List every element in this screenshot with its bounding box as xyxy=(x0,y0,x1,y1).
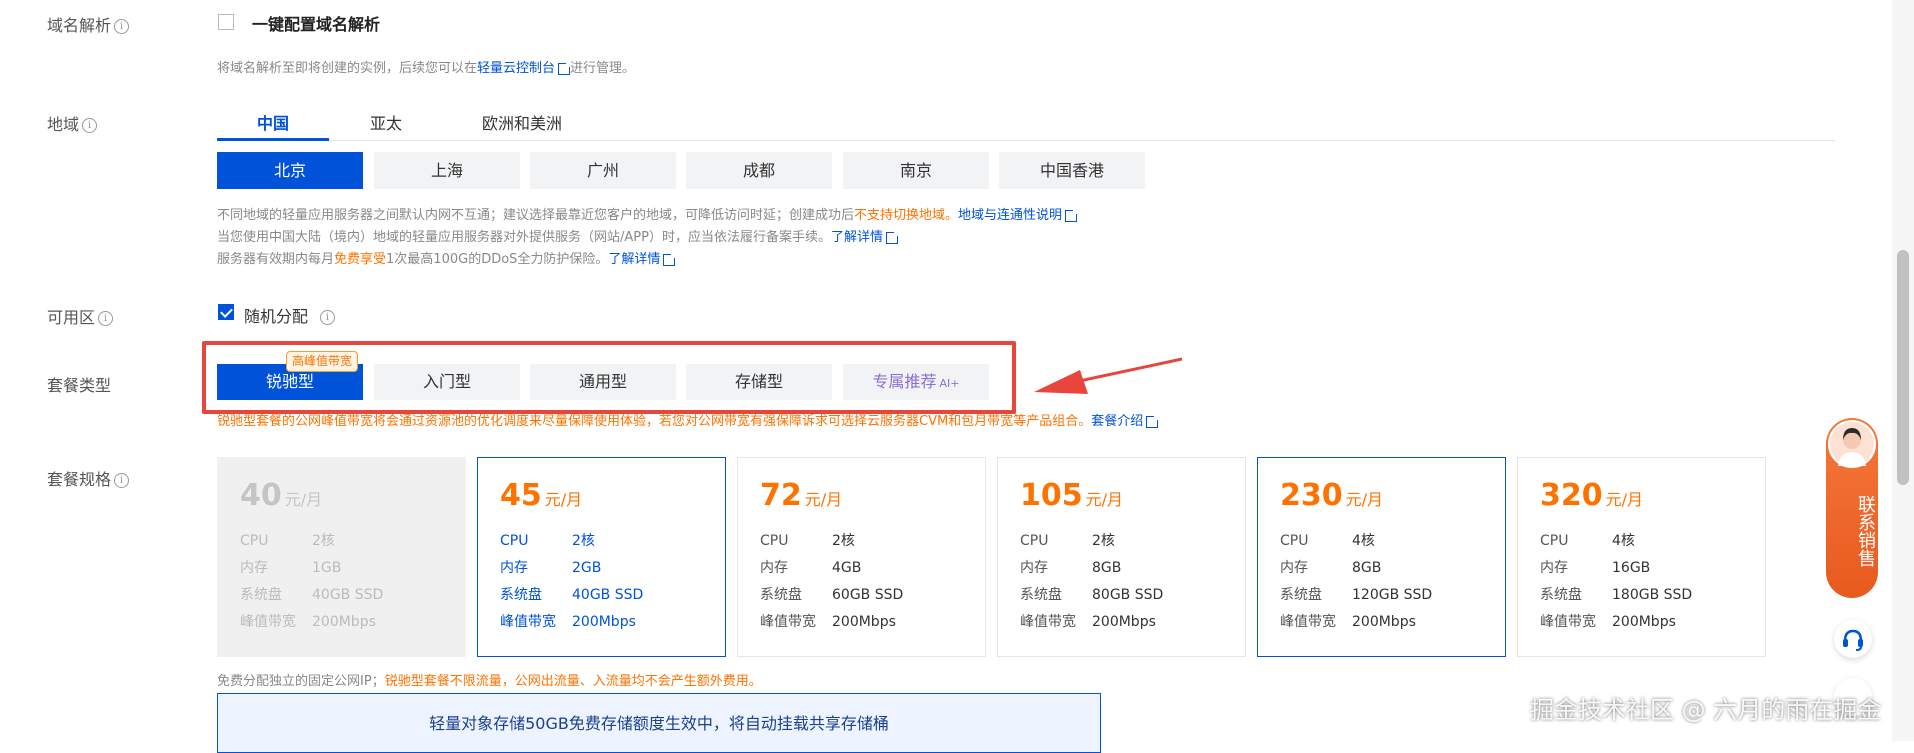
card-price: 230 元/月 xyxy=(1280,478,1384,513)
city-shanghai[interactable]: 上海 xyxy=(374,152,520,189)
region-note-3: 服务器有效期内每月免费享受1次最高100G的DDoS全力防护保险。了解详情 xyxy=(217,248,677,267)
card-price: 105 元/月 xyxy=(1020,478,1124,513)
info-icon[interactable]: i xyxy=(114,473,130,488)
zone-random-checkbox[interactable] xyxy=(218,304,234,320)
spec-card: 40 元/月 CPU 2核 内存 1GB 系统盘 40GB SSD 峰值带宽 200Mbp… xyxy=(217,457,466,657)
details-link[interactable]: 了解详情 xyxy=(608,252,660,267)
spec-footer-note: 免费分配独立的固定公网IP；锐驰型套餐不限流量，公网出流量、入流量均不会产生额外… xyxy=(217,674,762,689)
info-icon[interactable]: i xyxy=(114,19,130,34)
console-link[interactable]: 轻量云控制台 xyxy=(477,61,555,76)
region-note-1: 不同地域的轻量应用服务器之间默认内网不互通；建议选择最靠近您客户的地域，可降低访… xyxy=(217,204,1079,223)
support-button[interactable] xyxy=(1834,620,1872,658)
external-link-icon xyxy=(558,61,572,75)
card-price: 72 元/月 xyxy=(760,478,843,513)
domain-checkbox-label[interactable]: 一键配置域名解析 xyxy=(252,11,380,35)
spec-card[interactable]: 230 元/月 CPU 4核 内存 8GB 系统盘 120GB SSD 峰值带宽 200M… xyxy=(1257,457,1506,657)
active-tab-indicator xyxy=(217,138,329,141)
tab-europe-america[interactable]: 欧洲和美洲 xyxy=(482,110,562,134)
spec-card[interactable]: 45 元/月 CPU 2核 内存 2GB 系统盘 40GB SSD 峰值带宽 200Mbp… xyxy=(477,457,726,657)
card-price: 45 元/月 xyxy=(500,478,583,513)
domain-hint: 将域名解析至即将创建的实例，后续您可以在轻量云控制台 进行管理。 xyxy=(217,61,636,76)
info-icon[interactable]: i xyxy=(98,311,114,326)
info-icon[interactable]: i xyxy=(82,118,98,133)
external-link-icon xyxy=(663,252,677,266)
tab-china[interactable]: 中国 xyxy=(257,110,289,134)
city-chengdu[interactable]: 成都 xyxy=(686,152,832,189)
info-icon[interactable]: i xyxy=(320,310,336,325)
city-nanjing[interactable]: 南京 xyxy=(843,152,989,189)
card-price: 40 元/月 xyxy=(240,478,323,513)
package-spec-label: 套餐规格 i xyxy=(47,466,130,490)
city-guangzhou[interactable]: 广州 xyxy=(530,152,676,189)
avatar-icon xyxy=(1838,428,1866,466)
card-price: 320 元/月 xyxy=(1540,478,1644,513)
zone-label: 可用区 i xyxy=(47,304,114,328)
package-type-label: 套餐类型 xyxy=(47,376,112,395)
contact-sales-label: 联系销售 xyxy=(1855,495,1876,567)
external-link-icon xyxy=(1146,414,1160,428)
connectivity-link[interactable]: 地域与连通性说明 xyxy=(958,208,1062,223)
region-tabs: 中国 亚太 欧洲和美洲 xyxy=(217,110,1835,141)
annotation-arrow-icon xyxy=(1034,357,1183,394)
external-link-icon xyxy=(1065,208,1079,222)
domain-label: 域名解析 i xyxy=(47,12,130,36)
details-link[interactable]: 了解详情 xyxy=(831,230,883,245)
scrollbar-thumb[interactable] xyxy=(1897,250,1909,485)
region-note-2: 当您使用中国大陆（境内）地域的轻量应用服务器对外提供服务（网站/APP）时，应当… xyxy=(217,226,899,245)
domain-checkbox[interactable] xyxy=(218,14,234,30)
city-hongkong[interactable]: 中国香港 xyxy=(999,152,1145,189)
headset-icon xyxy=(1843,629,1863,651)
external-link-icon xyxy=(885,230,899,244)
sales-avatar xyxy=(1828,420,1876,468)
contact-sales-widget[interactable]: 联系销售 xyxy=(1826,418,1878,598)
spec-card[interactable]: 320 元/月 CPU 4核 内存 16GB 系统盘 180GB SSD 峰值带宽 200… xyxy=(1517,457,1766,657)
package-type-note: 锐驰型套餐的公网峰值带宽将会通过资源池的优化调度来尽量保障使用体验，若您对公网带… xyxy=(217,410,1217,429)
spec-card[interactable]: 105 元/月 CPU 2核 内存 8GB 系统盘 80GB SSD 峰值带宽 200Mb… xyxy=(997,457,1246,657)
tab-asia-pacific[interactable]: 亚太 xyxy=(370,110,402,134)
scrollbar-track[interactable] xyxy=(1892,0,1914,741)
zone-checkbox-label: 随机分配 i xyxy=(244,303,336,327)
spec-card[interactable]: 72 元/月 CPU 2核 内存 4GB 系统盘 60GB SSD 峰值带宽 200Mbp… xyxy=(737,457,986,657)
watermark: 掘金技术社区 @ 六月的雨在掘金 xyxy=(1530,696,1882,724)
package-intro-link[interactable]: 套餐介绍 xyxy=(1091,414,1143,429)
region-label: 地域 i xyxy=(47,111,98,135)
storage-banner: 轻量对象存储50GB免费存储额度生效中，将自动挂载共享存储桶 xyxy=(217,693,1101,753)
highlight-box xyxy=(202,341,1016,414)
city-beijing[interactable]: 北京 xyxy=(217,152,363,189)
